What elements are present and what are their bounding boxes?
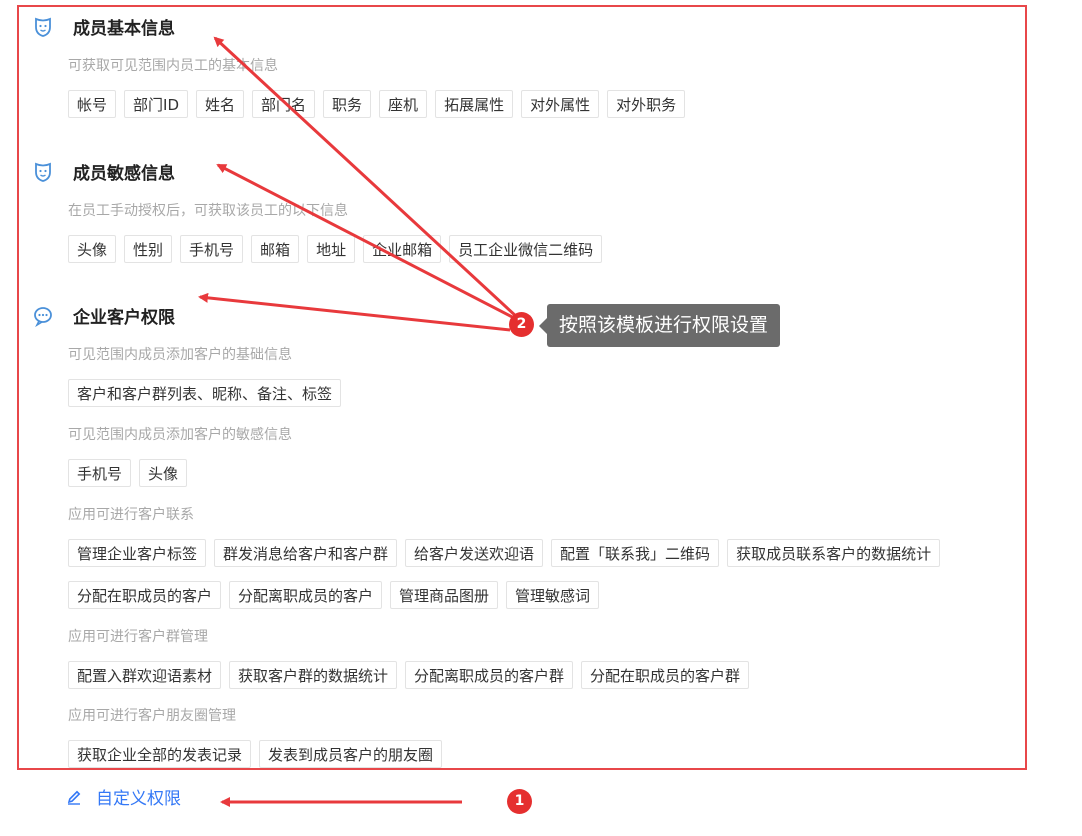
tag-row: 帐号 部门ID 姓名 部门名 职务 座机 拓展属性 对外属性 对外职务	[68, 90, 693, 118]
permission-tag: 员工企业微信二维码	[449, 235, 603, 263]
permission-tag: 性别	[124, 235, 173, 263]
permission-tag: 分配在职成员的客户	[68, 581, 222, 609]
permission-tag: 配置「联系我」二维码	[551, 539, 720, 567]
annotation-tooltip: 按照该模板进行权限设置	[538, 304, 781, 347]
permission-tag: 获取客户群的数据统计	[229, 661, 398, 689]
permission-tag: 给客户发送欢迎语	[405, 539, 544, 567]
section-title-sensitive-info: 成员敏感信息	[33, 159, 175, 184]
tag-row: 分配在职成员的客户 分配离职成员的客户 管理商品图册 管理敏感词	[68, 581, 607, 609]
permission-tag: 部门名	[252, 90, 316, 118]
step-badge-1: 1	[507, 789, 532, 814]
group-subtitle: 可见范围内成员添加客户的基础信息	[68, 347, 292, 363]
permission-tag: 座机	[379, 90, 428, 118]
permission-tag: 获取成员联系客户的数据统计	[727, 539, 941, 567]
section-title-text: 企业客户权限	[73, 308, 175, 328]
group-subtitle: 应用可进行客户朋友圈管理	[68, 708, 236, 724]
section-title-text: 成员敏感信息	[73, 164, 175, 184]
group-subtitle: 应用可进行客户群管理	[68, 629, 208, 645]
permission-tag: 对外职务	[607, 90, 686, 118]
mask-icon	[35, 17, 51, 37]
section-title-basic-info: 成员基本信息	[33, 14, 175, 39]
permission-tag: 分配离职成员的客户群	[405, 661, 574, 689]
permission-tag: 邮箱	[251, 235, 300, 263]
chat-bubble-icon	[34, 306, 52, 327]
tag-row: 获取企业全部的发表记录 发表到成员客户的朋友圈	[68, 740, 450, 768]
permission-tag: 分配在职成员的客户群	[581, 661, 750, 689]
section-title-customer-permissions: 企业客户权限	[33, 303, 175, 328]
permission-tag: 姓名	[196, 90, 245, 118]
tag-row: 配置入群欢迎语素材 获取客户群的数据统计 分配离职成员的客户群 分配在职成员的客…	[68, 661, 757, 689]
permission-tag: 群发消息给客户和客户群	[214, 539, 398, 567]
permission-tag: 手机号	[68, 459, 132, 487]
permission-tag: 获取企业全部的发表记录	[68, 740, 252, 768]
permission-tag: 管理敏感词	[506, 581, 600, 609]
section-title-text: 成员基本信息	[73, 19, 175, 39]
permission-tag: 地址	[307, 235, 356, 263]
permission-tag: 发表到成员客户的朋友圈	[259, 740, 443, 768]
permission-tag: 配置入群欢迎语素材	[68, 661, 222, 689]
permission-tag: 拓展属性	[435, 90, 514, 118]
group-subtitle: 应用可进行客户联系	[68, 507, 194, 523]
group-subtitle: 可见范围内成员添加客户的敏感信息	[68, 427, 292, 443]
section-subtitle: 在员工手动授权后，可获取该员工的以下信息	[68, 203, 348, 219]
step-badge-2: 2	[509, 312, 534, 337]
permission-tag: 头像	[68, 235, 117, 263]
tag-row: 客户和客户群列表、昵称、备注、标签	[68, 379, 349, 407]
permission-tag: 帐号	[68, 90, 117, 118]
tag-row: 手机号 头像	[68, 459, 195, 487]
permission-tag: 管理商品图册	[390, 581, 499, 609]
custom-permission-label[interactable]: 自定义权限	[96, 784, 181, 809]
section-subtitle: 可获取可见范围内员工的基本信息	[68, 58, 278, 74]
permission-tag: 分配离职成员的客户	[229, 581, 383, 609]
permission-tag: 部门ID	[124, 90, 188, 118]
permission-tag: 客户和客户群列表、昵称、备注、标签	[68, 379, 342, 407]
permission-tag: 管理企业客户标签	[68, 539, 207, 567]
permission-tag: 企业邮箱	[363, 235, 442, 263]
permission-tag: 对外属性	[521, 90, 600, 118]
custom-permission-link[interactable]: 自定义权限	[66, 784, 181, 809]
permission-tag: 头像	[139, 459, 188, 487]
permission-tag: 手机号	[180, 235, 244, 263]
pencil-icon	[67, 790, 81, 805]
tag-row: 管理企业客户标签 群发消息给客户和客户群 给客户发送欢迎语 配置「联系我」二维码…	[68, 539, 948, 567]
mask-icon	[35, 162, 51, 182]
permission-tag: 职务	[323, 90, 372, 118]
tag-row: 头像 性别 手机号 邮箱 地址 企业邮箱 员工企业微信二维码	[68, 235, 610, 263]
